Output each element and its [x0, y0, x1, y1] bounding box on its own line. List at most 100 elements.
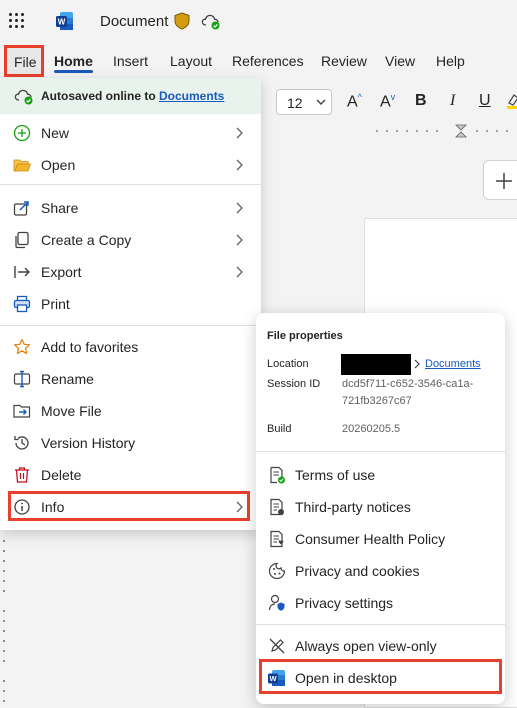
print-icon	[13, 295, 31, 313]
menu-item-label: Share	[41, 200, 79, 216]
menu-item-label: Export	[41, 264, 82, 280]
session-id-value-cont: 721fb3267c67	[342, 395, 412, 407]
menu-item-label: Print	[41, 296, 70, 312]
menu-item-version-history[interactable]: Version History	[0, 427, 261, 459]
document-title[interactable]: Document	[100, 13, 168, 30]
cloud-saved-icon[interactable]	[201, 12, 221, 30]
menu-item-label: New	[41, 125, 70, 141]
menu-item-label: Version History	[41, 435, 136, 451]
history-icon	[14, 436, 29, 450]
tab-insert[interactable]: Insert	[113, 53, 148, 69]
tab-view[interactable]: View	[385, 53, 415, 69]
autosave-location-link[interactable]: Documents	[159, 89, 224, 103]
italic-button[interactable]: I	[450, 92, 455, 110]
chevron-right-icon	[414, 359, 420, 369]
menu-item-label: Rename	[41, 371, 94, 387]
font-size-dropdown[interactable]: 12	[276, 89, 332, 115]
notices-icon	[270, 498, 284, 516]
session-id-value: dcd5f711-c652-3546-ca1a-	[342, 378, 474, 390]
share-icon	[13, 201, 29, 216]
build-value: 20260205.5	[342, 423, 401, 435]
menu-item-open[interactable]: Open	[0, 149, 261, 181]
trash-icon	[15, 467, 29, 483]
info-highlight-box	[8, 491, 250, 521]
panel-item-third-party-notices[interactable]: Third-party notices	[256, 491, 505, 523]
menu-item-create-copy[interactable]: Create a Copy	[0, 224, 261, 256]
chevron-right-icon	[236, 159, 243, 171]
add-content-button[interactable]	[483, 160, 517, 200]
open-desktop-highlight-box	[259, 659, 502, 694]
panel-item-label: Privacy settings	[295, 595, 394, 611]
panel-item-label: Consumer Health Policy	[295, 531, 446, 547]
cloud-saved-icon	[14, 89, 33, 105]
menu-item-new[interactable]: New	[0, 117, 261, 149]
menu-item-move-file[interactable]: Move File	[0, 395, 261, 427]
chevron-right-icon	[236, 234, 243, 246]
app-launcher-icon[interactable]	[9, 13, 25, 29]
horizontal-ruler	[268, 124, 517, 138]
indent-marker-icon[interactable]	[454, 124, 468, 138]
svg-text:W: W	[58, 18, 66, 27]
tab-layout[interactable]: Layout	[170, 53, 212, 69]
menu-item-export[interactable]: Export	[0, 256, 261, 288]
tab-file[interactable]: File	[4, 45, 44, 77]
word-icon[interactable]: W	[56, 11, 74, 31]
copy-icon	[15, 231, 29, 249]
panel-item-terms-of-use[interactable]: Terms of use	[256, 459, 505, 491]
chevron-right-icon	[236, 266, 243, 278]
health-policy-icon	[270, 530, 284, 548]
file-menu: Autosaved online to Documents New Open S…	[0, 78, 261, 530]
highlight-icon[interactable]	[507, 93, 517, 109]
redacted-location	[341, 354, 411, 375]
shrink-font-label: A	[380, 93, 391, 111]
menu-item-label: Open	[41, 157, 76, 173]
panel-divider	[256, 624, 505, 625]
bold-button[interactable]: B	[415, 92, 427, 110]
tab-references[interactable]: References	[232, 53, 304, 69]
title-bar: W Document	[0, 0, 517, 44]
sensitivity-shield-icon[interactable]	[174, 12, 190, 30]
underline-button[interactable]: U	[479, 92, 491, 110]
edit-off-icon	[269, 638, 285, 654]
tab-home[interactable]: Home	[54, 53, 93, 69]
panel-title: File properties	[267, 330, 343, 342]
file-properties-panel: File properties Location Documents Sessi…	[256, 313, 505, 704]
terms-icon	[270, 466, 285, 484]
rename-icon	[13, 370, 31, 388]
panel-item-view-only[interactable]: Always open view-only	[256, 630, 505, 662]
panel-item-privacy-cookies[interactable]: Privacy and cookies	[256, 555, 505, 587]
build-label: Build	[267, 423, 292, 435]
panel-item-label: Terms of use	[295, 467, 376, 483]
menu-item-delete[interactable]: Delete	[0, 459, 261, 491]
menu-item-label: Add to favorites	[41, 339, 139, 355]
menu-divider	[0, 184, 261, 185]
chevron-right-icon	[236, 202, 243, 214]
tab-review[interactable]: Review	[321, 53, 367, 69]
autosave-banner: Autosaved online to Documents	[0, 78, 261, 114]
export-icon	[14, 266, 30, 278]
tab-help[interactable]: Help	[436, 53, 465, 69]
panel-item-consumer-health-policy[interactable]: Consumer Health Policy	[256, 523, 505, 555]
menu-item-print[interactable]: Print	[0, 288, 261, 320]
panel-item-privacy-settings[interactable]: Privacy settings	[256, 587, 505, 619]
autosave-text: Autosaved online to Documents	[41, 89, 224, 103]
shrink-font-button[interactable]: Av	[380, 92, 395, 111]
location-link[interactable]: Documents	[425, 358, 481, 370]
panel-divider	[256, 451, 505, 452]
menu-divider	[0, 325, 261, 326]
star-icon	[14, 338, 30, 355]
autosave-label: Autosaved online to	[41, 89, 160, 103]
menu-item-add-favorites[interactable]: Add to favorites	[0, 331, 261, 363]
cookie-icon	[268, 562, 286, 580]
plus-icon	[496, 173, 512, 189]
vertical-ruler	[0, 530, 8, 708]
menu-item-share[interactable]: Share	[0, 192, 261, 224]
grow-font-button[interactable]: A^	[347, 92, 362, 111]
plus-circle-icon	[13, 124, 31, 142]
menu-item-label: Delete	[41, 467, 82, 483]
panel-item-label: Third-party notices	[295, 499, 411, 515]
menu-item-label: Create a Copy	[41, 232, 132, 248]
menu-item-rename[interactable]: Rename	[0, 363, 261, 395]
panel-item-label: Privacy and cookies	[295, 563, 420, 579]
privacy-settings-icon	[268, 594, 285, 611]
